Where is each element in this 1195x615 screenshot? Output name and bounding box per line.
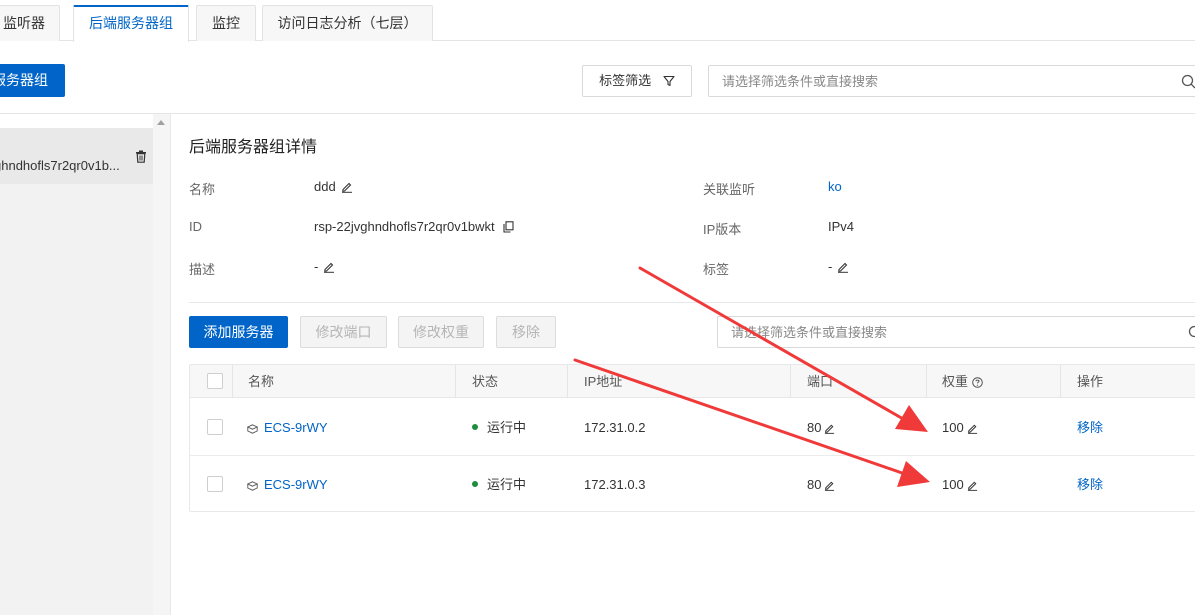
- create-server-group-button[interactable]: 服务器组: [0, 64, 65, 97]
- server-group-list-panel: ghndhofls7r2qr0v1b...: [0, 114, 171, 615]
- listener-link[interactable]: ko: [828, 179, 842, 194]
- column-separator: [567, 365, 568, 398]
- server-name-text: ECS-9rWY: [264, 420, 328, 435]
- tab-listeners[interactable]: 监听器: [0, 5, 60, 41]
- group-search-input[interactable]: [709, 66, 1169, 96]
- ecs-icon: [246, 401, 259, 458]
- edit-weight-icon[interactable]: [967, 401, 978, 458]
- ip-address: 172.31.0.2: [584, 420, 646, 435]
- status-text: 运行中: [487, 420, 527, 435]
- description-text: -: [314, 259, 319, 274]
- name-label: 名称: [189, 182, 216, 197]
- server-group-list: ghndhofls7r2qr0v1b...: [0, 128, 153, 615]
- tab-monitoring[interactable]: 监控: [196, 5, 256, 41]
- column-separator: [790, 365, 791, 398]
- row-checkbox[interactable]: [207, 476, 223, 492]
- server-name-text: ECS-9rWY: [264, 477, 328, 492]
- tab-access-log-analysis[interactable]: 访问日志分析（七层）: [262, 5, 433, 41]
- scroll-up-icon[interactable]: [157, 120, 165, 125]
- ip-version-label: IP版本: [703, 222, 742, 237]
- detail-title: 后端服务器组详情: [189, 139, 318, 156]
- status-badge: 运行中: [472, 456, 526, 513]
- column-header-port: 端口: [807, 374, 834, 389]
- description-value: -: [314, 259, 335, 276]
- port-text: 80: [807, 420, 822, 435]
- edit-port-icon[interactable]: [824, 458, 835, 515]
- column-separator: [926, 365, 927, 398]
- help-icon[interactable]: [972, 367, 983, 400]
- weight-value: 100: [942, 399, 978, 456]
- edit-weight-button[interactable]: 修改权重: [398, 316, 484, 348]
- remove-server-link[interactable]: 移除: [1077, 399, 1103, 456]
- id-label: ID: [189, 219, 202, 234]
- select-all-checkbox[interactable]: [207, 373, 223, 389]
- copy-icon[interactable]: [503, 221, 514, 236]
- id-value: rsp-22jvghndhofls7r2qr0v1bwkt: [314, 219, 514, 236]
- tag-label: 标签: [703, 262, 730, 277]
- port-text: 80: [807, 477, 822, 492]
- search-icon[interactable]: [1188, 325, 1195, 343]
- edit-description-icon[interactable]: [323, 261, 335, 276]
- tag-text: -: [828, 259, 833, 274]
- weight-header-text: 权重: [942, 374, 969, 389]
- status-badge: 运行中: [472, 399, 526, 456]
- table-header: 名称 状态 IP地址 端口 权重 操作: [190, 365, 1195, 398]
- tag-filter-label: 标签筛选: [599, 73, 652, 88]
- weight-text: 100: [942, 420, 964, 435]
- table-row: ECS-9rWY 运行中 172.31.0.2 80 100 移除: [190, 399, 1195, 456]
- tab-bar: 监听器 后端服务器组 监控 访问日志分析（七层）: [0, 0, 1195, 42]
- column-separator: [232, 365, 233, 398]
- column-header-status: 状态: [472, 374, 499, 389]
- server-group-list-item[interactable]: ghndhofls7r2qr0v1b...: [0, 128, 153, 184]
- server-search-box: [717, 316, 1195, 348]
- running-dot-icon: [472, 424, 478, 430]
- ip-address: 172.31.0.3: [584, 477, 646, 492]
- add-server-button[interactable]: 添加服务器: [189, 316, 288, 348]
- group-search-box: [708, 65, 1195, 97]
- table-row: ECS-9rWY 运行中 172.31.0.3 80 100 移除: [190, 456, 1195, 513]
- tab-backend-server-groups[interactable]: 后端服务器组: [73, 5, 189, 42]
- running-dot-icon: [472, 481, 478, 487]
- column-separator: [455, 365, 456, 398]
- tag-value: -: [828, 259, 849, 276]
- column-header-weight: 权重: [942, 365, 983, 398]
- weight-text: 100: [942, 477, 964, 492]
- ip-version-value: IPv4: [828, 219, 855, 234]
- weight-value: 100: [942, 456, 978, 513]
- edit-name-icon[interactable]: [341, 181, 353, 196]
- column-separator: [1060, 365, 1061, 398]
- port-value: 80: [807, 399, 835, 456]
- server-name-link[interactable]: ECS-9rWY: [246, 399, 328, 458]
- column-header-name: 名称: [248, 374, 275, 389]
- column-header-ip: IP地址: [584, 374, 623, 389]
- id-text: rsp-22jvghndhofls7r2qr0v1bwkt: [314, 219, 495, 234]
- server-table: 名称 状态 IP地址 端口 权重 操作 ECS-9rWY 运行中 172.31.…: [189, 364, 1195, 512]
- port-value: 80: [807, 456, 835, 513]
- edit-port-icon[interactable]: [824, 401, 835, 458]
- server-search-input[interactable]: [718, 317, 1168, 347]
- server-group-item-label: ghndhofls7r2qr0v1b...: [0, 158, 120, 173]
- remove-button[interactable]: 移除: [496, 316, 556, 348]
- status-text: 运行中: [487, 477, 527, 492]
- tag-filter-button[interactable]: 标签筛选: [582, 65, 692, 97]
- edit-weight-icon[interactable]: [967, 458, 978, 515]
- listener-label: 关联监听: [703, 182, 756, 197]
- ecs-icon: [246, 458, 259, 515]
- name-value: ddd: [314, 179, 353, 196]
- description-label: 描述: [189, 262, 216, 277]
- column-header-action: 操作: [1077, 374, 1104, 389]
- server-name-link[interactable]: ECS-9rWY: [246, 456, 328, 515]
- toolbar-divider: [0, 113, 1195, 114]
- edit-tag-icon[interactable]: [837, 261, 849, 276]
- edit-port-button[interactable]: 修改端口: [300, 316, 387, 348]
- list-scrollbar[interactable]: [153, 114, 170, 615]
- name-text: ddd: [314, 179, 336, 194]
- search-icon[interactable]: [1181, 74, 1195, 92]
- row-checkbox[interactable]: [207, 419, 223, 435]
- section-divider: [189, 302, 1195, 303]
- trash-icon[interactable]: [135, 150, 147, 166]
- remove-server-link[interactable]: 移除: [1077, 456, 1103, 513]
- filter-icon: [663, 68, 675, 98]
